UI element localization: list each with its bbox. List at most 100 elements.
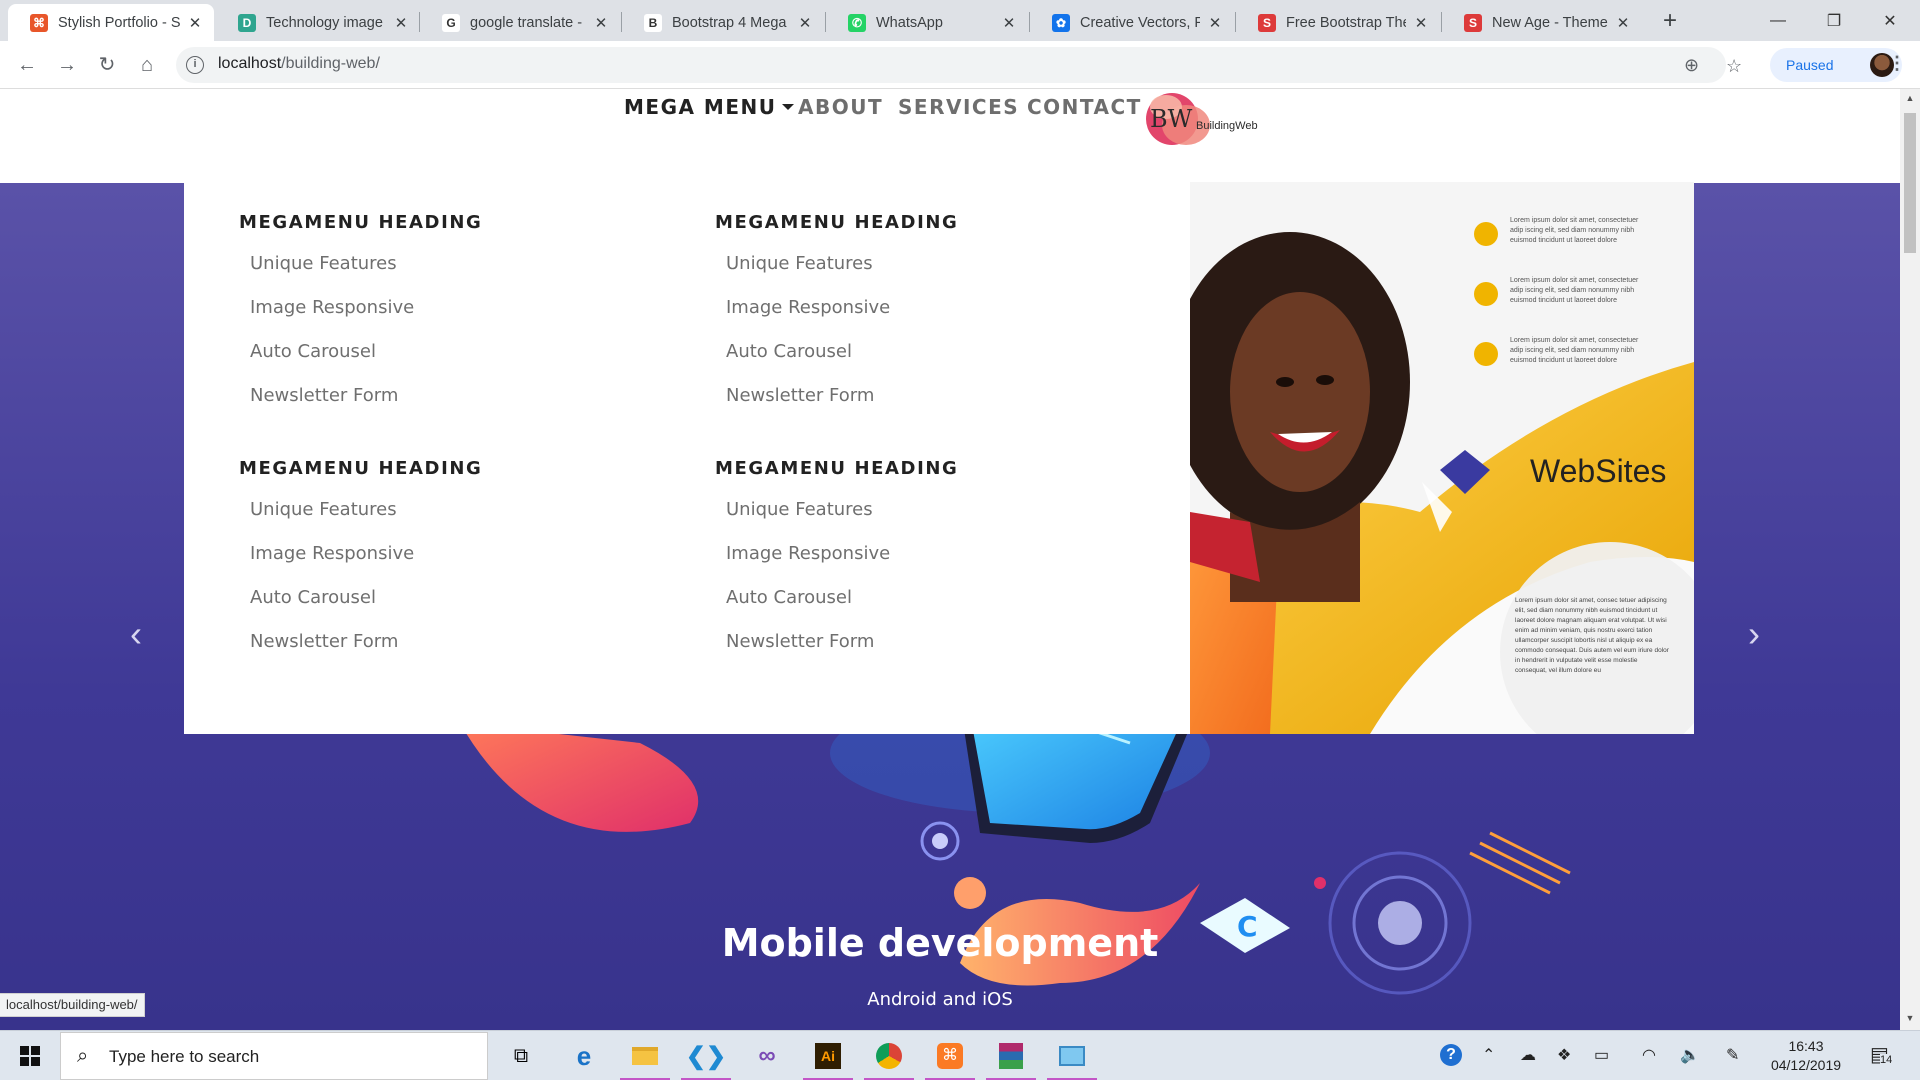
carousel-prev-icon[interactable]: ‹ (130, 613, 142, 655)
close-tab-icon[interactable]: ✕ (392, 14, 410, 32)
megamenu-link[interactable]: Unique Features (726, 253, 958, 297)
address-bar[interactable]: i localhost/building-web/ ⊕ (176, 47, 1726, 83)
illustrator-icon[interactable]: Ai (801, 1031, 855, 1080)
browser-tab[interactable]: S New Age - Theme ✕ (1442, 4, 1642, 41)
chrome-icon[interactable] (862, 1031, 916, 1080)
megamenu-link[interactable]: Newsletter Form (726, 631, 958, 675)
nav-services[interactable]: SERVICES (898, 95, 1019, 119)
profile-status-label: Paused (1786, 57, 1834, 73)
megamenu-link[interactable]: Auto Carousel (726, 341, 958, 385)
megamenu-heading: MEGAMENU HEADING (715, 458, 959, 479)
battery-icon[interactable]: ▭ (1594, 1045, 1609, 1065)
mega-menu-promo-image[interactable]: Lorem ipsum dolor sit amet, consectetuer… (1190, 182, 1694, 734)
megamenu-link[interactable]: Unique Features (726, 499, 958, 543)
close-tab-icon[interactable]: ✕ (592, 14, 610, 32)
megamenu-link[interactable]: Image Responsive (726, 543, 958, 587)
site-logo[interactable]: BW BuildingWeb (1138, 89, 1268, 153)
browser-tab[interactable]: S Free Bootstrap The ✕ (1236, 4, 1440, 41)
edge-icon[interactable]: e (557, 1031, 611, 1080)
megamenu-link[interactable]: Unique Features (250, 253, 482, 297)
close-tab-icon[interactable]: ✕ (1614, 14, 1632, 32)
dropbox-icon[interactable]: ❖ (1557, 1045, 1571, 1065)
browser-tab[interactable]: ✿ Creative Vectors, P ✕ (1030, 4, 1234, 41)
megamenu-link[interactable]: Image Responsive (250, 297, 482, 341)
visual-studio-icon[interactable]: ∞ (740, 1031, 794, 1080)
svg-text:adip iscing elit, sed diam non: adip iscing elit, sed diam nonummy nibh (1510, 227, 1634, 234)
close-tab-icon[interactable]: ✕ (1000, 14, 1018, 32)
browser-tab-title: Creative Vectors, P (1080, 14, 1200, 31)
winrar-icon[interactable] (984, 1031, 1038, 1080)
help-icon[interactable]: ? (1440, 1044, 1462, 1066)
address-url[interactable]: localhost/building-web/ (218, 55, 380, 73)
chevron-up-icon[interactable]: ⌃ (1482, 1045, 1495, 1065)
clock-time: 16:43 (1788, 1038, 1824, 1054)
close-tab-icon[interactable]: ✕ (1206, 14, 1224, 32)
svg-text:adip iscing elit, sed diam non: adip iscing elit, sed diam nonummy nibh (1510, 287, 1634, 294)
restore-button[interactable]: ❐ (1806, 0, 1862, 41)
close-tab-icon[interactable]: ✕ (186, 14, 204, 32)
svg-text:ullamcorper suscipit lobortis: ullamcorper suscipit lobortis nisl ut al… (1515, 637, 1653, 644)
carousel-next-icon[interactable]: › (1748, 613, 1760, 655)
bookmark-star-icon[interactable]: ☆ (1726, 56, 1742, 77)
notification-center-icon[interactable]: ▤ 14 (1870, 1042, 1893, 1067)
bootstrap-icon: B (644, 13, 662, 32)
close-window-button[interactable]: ✕ (1862, 0, 1918, 41)
close-tab-icon[interactable]: ✕ (1412, 14, 1430, 32)
onedrive-icon[interactable]: ☁ (1520, 1045, 1536, 1065)
megamenu-link[interactable]: Unique Features (250, 499, 482, 543)
tab-separator (1029, 12, 1030, 32)
start-button[interactable] (0, 1031, 60, 1080)
new-tab-button[interactable]: + (1656, 8, 1684, 36)
megamenu-link[interactable]: Auto Carousel (250, 587, 482, 631)
megamenu-link[interactable]: Newsletter Form (726, 385, 958, 429)
svg-text:euismod tincidunt ut laoreet d: euismod tincidunt ut laoreet dolore (1510, 237, 1617, 244)
url-path: /building-web/ (281, 55, 380, 72)
browser-tab[interactable]: B Bootstrap 4 Mega ✕ (622, 4, 824, 41)
vscode-icon[interactable]: ❮❯ (679, 1031, 733, 1080)
xampp-icon[interactable]: ⌘ (923, 1031, 977, 1080)
megamenu-link[interactable]: Image Responsive (726, 297, 958, 341)
svg-text:commodo consequat. Duis autem: commodo consequat. Duis autem vel eum ir… (1515, 647, 1670, 654)
file-explorer-icon[interactable] (618, 1031, 672, 1080)
reload-icon[interactable]: ↻ (92, 50, 122, 80)
pen-icon[interactable]: ✎ (1726, 1045, 1739, 1065)
page-scrollbar[interactable]: ▲ ▼ (1900, 89, 1920, 1030)
browser-tab[interactable]: ⌘ Stylish Portfolio - S ✕ (8, 4, 214, 41)
zoom-icon[interactable]: ⊕ (1684, 55, 1699, 76)
home-icon[interactable]: ⌂ (132, 50, 162, 80)
logo-name: BuildingWeb (1196, 120, 1258, 132)
nav-contact[interactable]: CONTACT (1027, 95, 1142, 119)
mega-menu-dropdown: MEGAMENU HEADING Unique Features Image Res… (184, 182, 1694, 734)
profile-button[interactable]: Paused (1770, 48, 1902, 82)
wifi-icon[interactable]: ◠ (1642, 1045, 1656, 1065)
tab-separator (621, 12, 622, 32)
browser-menu-icon[interactable]: ⋮ (1888, 53, 1906, 74)
nav-about[interactable]: ABOUT (798, 95, 883, 119)
megamenu-link[interactable]: Image Responsive (250, 543, 482, 587)
browser-tab[interactable]: Ggoogle translate - ✕ (420, 4, 620, 41)
megamenu-link[interactable]: Auto Carousel (250, 341, 482, 385)
back-icon[interactable]: ← (12, 50, 42, 80)
control-panel-icon[interactable] (1045, 1031, 1099, 1080)
megamenu-link[interactable]: Newsletter Form (250, 631, 482, 675)
close-tab-icon[interactable]: ✕ (796, 14, 814, 32)
volume-icon[interactable]: 🔈 (1680, 1045, 1700, 1065)
browser-tab[interactable]: D Technology image ✕ (216, 4, 420, 41)
taskbar-search-box[interactable]: ⌕ Type here to search (60, 1032, 488, 1080)
svg-text:Lorem ipsum dolor sit amet, co: Lorem ipsum dolor sit amet, consectetuer (1510, 337, 1639, 344)
task-view-icon[interactable]: ⧉ (494, 1031, 548, 1080)
megamenu-link[interactable]: Newsletter Form (250, 385, 482, 429)
browser-tab[interactable]: ✆ WhatsApp ✕ (826, 4, 1028, 41)
scrollbar-thumb[interactable] (1904, 113, 1916, 253)
startbootstrap-icon: S (1464, 13, 1482, 32)
svg-text:consequat, vel illum dolore eu: consequat, vel illum dolore eu (1515, 667, 1601, 674)
scroll-up-icon[interactable]: ▲ (1900, 93, 1920, 103)
site-info-icon[interactable]: i (186, 56, 204, 74)
minimize-button[interactable]: — (1750, 0, 1806, 41)
scroll-down-icon[interactable]: ▼ (1900, 1013, 1920, 1023)
megamenu-link[interactable]: Auto Carousel (726, 587, 958, 631)
forward-icon[interactable]: → (52, 50, 82, 80)
taskbar-clock[interactable]: 16:43 04/12/2019 (1768, 1037, 1844, 1075)
tab-separator (419, 12, 420, 32)
nav-mega-menu[interactable]: MEGA MENU (624, 95, 795, 119)
